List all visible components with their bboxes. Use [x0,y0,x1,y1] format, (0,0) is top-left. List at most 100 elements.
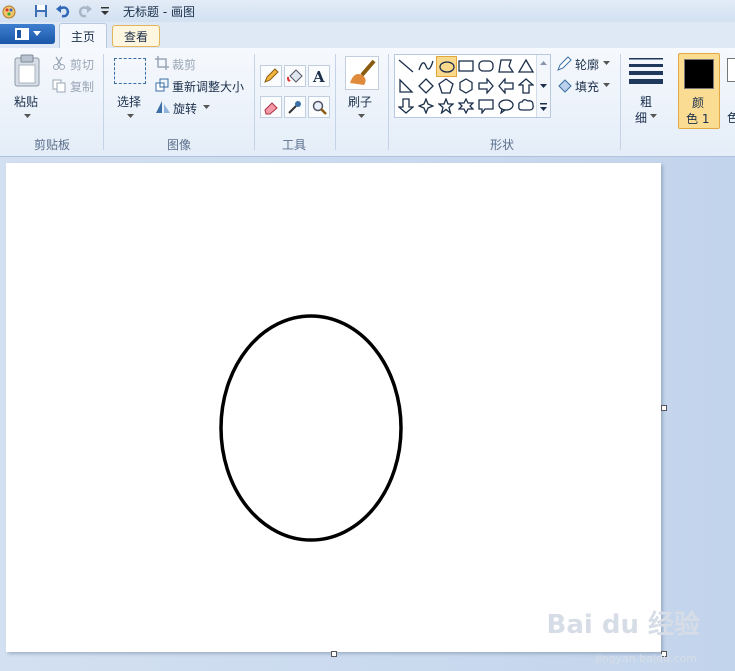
clipboard-group-label: 剪贴板 [34,138,71,152]
cloud-callout-shape-icon[interactable] [517,97,535,115]
fill-button[interactable] [556,78,572,97]
paint-app-icon[interactable] [0,2,18,20]
rect-callout-shape-icon[interactable] [477,97,495,115]
brushes-button[interactable] [345,56,379,90]
paste-button[interactable] [13,54,41,91]
four-point-star-shape-icon[interactable] [417,97,435,115]
group-divider [103,54,104,150]
drawn-ellipse [219,314,403,542]
canvas-resize-handle-bottom[interactable] [331,651,337,657]
rotate-button[interactable] [155,100,171,117]
undo-icon[interactable] [54,2,72,20]
drawing-canvas[interactable] [6,163,661,652]
clipboard-icon [14,54,40,87]
customize-quick-access-icon[interactable] [96,2,114,20]
rectangle-shape-icon[interactable] [457,57,475,75]
watermark-logo: Bai du 经验 [546,610,701,640]
right-triangle-shape-icon[interactable] [397,77,415,95]
group-divider [388,54,389,150]
brushes-label: 刷子 [348,95,373,109]
eraser-tool[interactable] [260,96,282,118]
oval-shape-icon[interactable] [436,56,457,77]
chevron-down-icon [603,61,610,65]
crop-label: 裁剪 [172,58,197,72]
triangle-shape-icon[interactable] [517,57,535,75]
group-divider [254,54,255,150]
chevron-down-icon [358,114,365,118]
scroll-arrows-icon [540,61,547,111]
five-point-star-shape-icon[interactable] [437,97,455,115]
pencil-tool[interactable] [260,65,282,87]
canvas-resize-handle-right[interactable] [661,405,667,411]
shapes-gallery [394,54,551,118]
diamond-shape-icon[interactable] [417,77,435,95]
tools-group-label: 工具 [282,138,307,152]
down-arrow-shape-icon[interactable] [397,97,415,115]
eyedropper-icon [288,101,301,114]
right-arrow-shape-icon[interactable] [477,77,495,95]
size-button[interactable] [629,58,663,87]
outline-label: 轮廓 [575,58,600,72]
crop-button[interactable] [155,56,169,73]
watermark-url: jingyan.baidu.com [595,652,697,665]
brush-icon [350,59,376,85]
curve-shape-icon[interactable] [417,57,435,75]
shapes-scrollbar[interactable] [536,55,550,117]
line-width-icon [629,58,663,84]
line-shape-icon[interactable] [397,57,415,75]
group-divider [620,54,621,150]
polygon-shape-icon[interactable] [497,57,515,75]
outline-button[interactable] [556,56,572,75]
hexagon-shape-icon[interactable] [457,77,475,95]
chevron-down-icon [127,114,134,118]
magnifier-tool[interactable] [308,96,330,118]
rounded-rectangle-shape-icon[interactable] [477,57,495,75]
chevron-down-icon [32,31,41,36]
paint-bucket-icon [287,69,303,83]
chevron-down-icon [650,114,657,118]
tab-view[interactable]: 查看 [112,25,160,47]
cut-label: 剪切 [70,58,95,72]
chevron-down-icon [603,83,610,87]
left-arrow-shape-icon[interactable] [497,77,515,95]
color1-button[interactable]: 颜 色 1 [678,53,720,129]
tab-home[interactable]: 主页 [59,23,107,49]
six-point-star-shape-icon[interactable] [457,97,475,115]
chevron-down-icon [24,114,31,118]
rotate-icon [156,101,170,113]
color1-swatch [684,59,714,89]
group-divider [335,54,336,150]
resize-icon [155,78,169,92]
select-button[interactable] [114,58,146,84]
crop-icon [155,56,169,70]
color-picker-tool[interactable] [284,96,306,118]
shapes-group-label: 形状 [490,138,515,152]
paint-menu-button[interactable] [0,24,55,44]
fill-bucket-icon [558,79,572,93]
pencil-icon [264,68,279,83]
copy-button[interactable] [52,79,66,96]
text-tool[interactable]: A [308,65,330,87]
oval-callout-shape-icon[interactable] [497,97,515,115]
up-arrow-shape-icon[interactable] [517,77,535,95]
eraser-icon [264,102,278,115]
ribbon: 粘贴 剪切 复制 剪贴板 选择 裁剪 重新调整大小 旋转 图像 A 工具 刷子 … [0,48,735,157]
fill-tool[interactable] [284,65,306,87]
fill-label: 填充 [575,80,600,94]
window-title: 无标题 - 画图 [123,5,195,19]
color1-label-line2: 色 1 [686,112,710,126]
resize-label: 重新调整大小 [172,80,245,94]
cut-button[interactable] [52,56,66,73]
menu-icon [14,28,29,40]
save-icon[interactable] [32,2,50,20]
redo-icon[interactable] [76,2,94,20]
svg-text:A: A [312,68,325,84]
color2-label-fragment: 色 [727,111,735,125]
pentagon-shape-icon[interactable] [437,77,455,95]
text-icon: A [312,68,325,84]
chevron-down-icon [203,105,210,109]
title-bar: 无标题 - 画图 [0,0,735,23]
copy-label: 复制 [70,80,95,94]
color2-swatch[interactable] [727,58,735,82]
resize-button[interactable] [155,78,169,95]
